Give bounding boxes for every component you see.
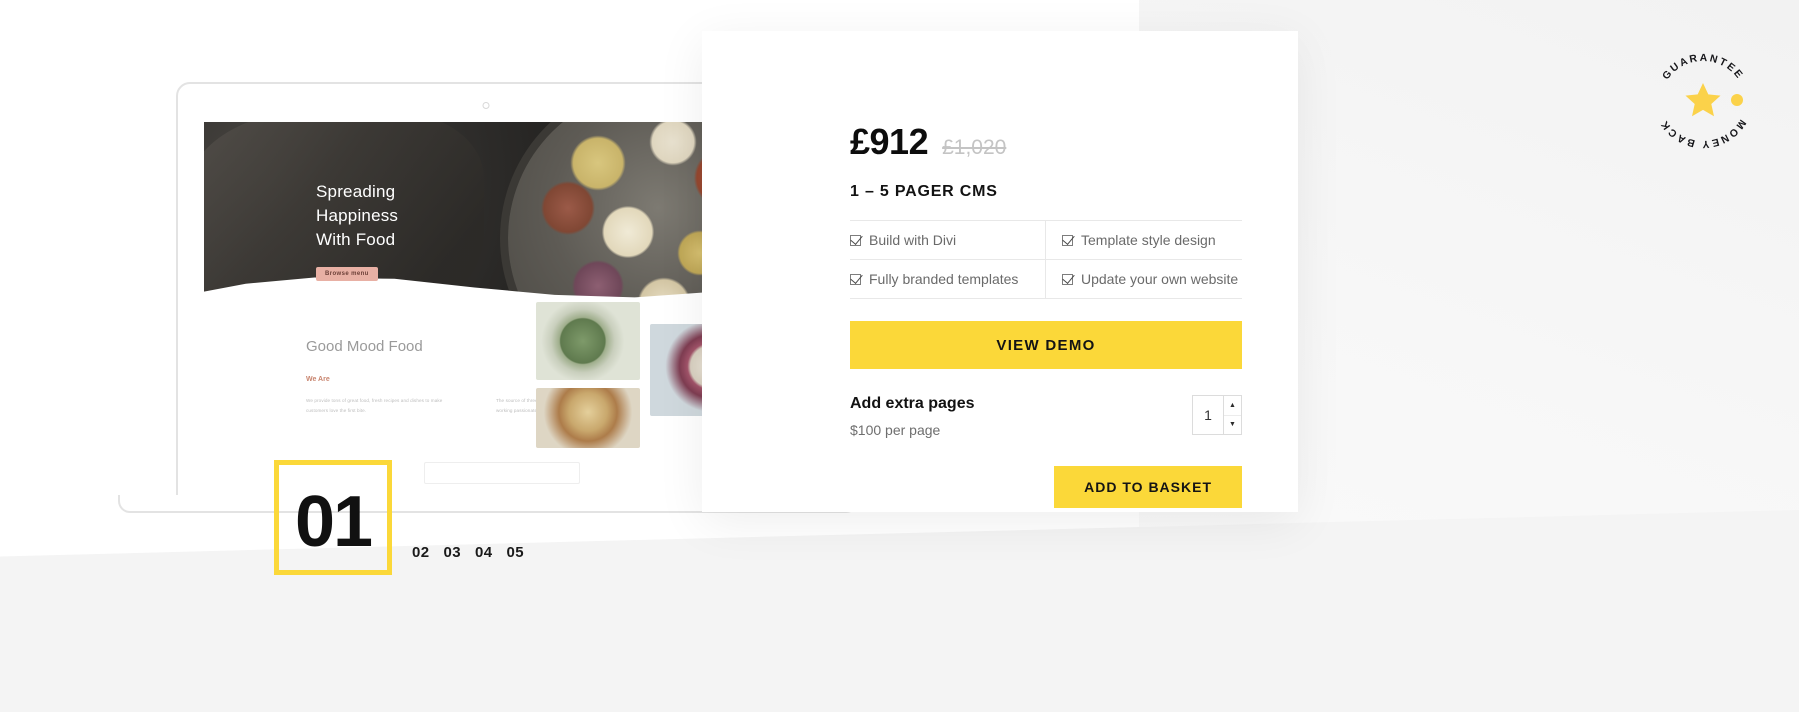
background-lower-band	[0, 583, 1799, 712]
badge-bottom-arc-text: MONEY BACK	[1659, 117, 1748, 149]
quantity-stepper[interactable]: ▲ ▼	[1192, 395, 1242, 435]
checkbox-checked-icon	[850, 234, 861, 246]
price-original: £1,020	[942, 136, 1007, 159]
feature-item: Update your own website	[1046, 260, 1242, 299]
star-icon	[1685, 83, 1721, 117]
preview-section-heading: Good Mood Food	[306, 338, 423, 355]
pagination-item-active[interactable]: 01	[274, 460, 392, 575]
preview-section-subheading: We Are	[306, 376, 330, 383]
product-card: £912 £1,020 1 – 5 PAGER CMS Build with D…	[702, 31, 1298, 512]
checkbox-checked-icon	[1062, 234, 1073, 246]
hero-line-2: Happiness	[316, 206, 399, 226]
checkbox-checked-icon	[1062, 273, 1073, 285]
extra-pages-heading: Add extra pages	[850, 395, 975, 412]
preview-body-left: We provide tons of great food, fresh rec…	[306, 398, 443, 413]
checkbox-checked-icon	[850, 273, 861, 285]
view-demo-button[interactable]: VIEW DEMO	[850, 321, 1242, 369]
feature-label: Update your own website	[1081, 271, 1239, 287]
preview-thumbnail-dish	[536, 388, 640, 448]
quantity-input[interactable]	[1193, 396, 1223, 434]
feature-label: Fully branded templates	[869, 271, 1019, 287]
price-row: £912 £1,020	[850, 121, 1242, 163]
add-to-basket-row: ADD TO BASKET	[850, 466, 1242, 508]
quantity-decrement-button[interactable]: ▼	[1224, 416, 1241, 435]
pagination-item-04[interactable]: 04	[475, 544, 493, 561]
hero-browse-menu-button[interactable]: Browse menu	[316, 267, 378, 282]
feature-item: Build with Divi	[850, 221, 1046, 260]
extra-pages-price-note: $100 per page	[850, 422, 941, 438]
guarantee-badge-graphic: GUARANTEE MONEY BACK	[1659, 53, 1748, 149]
webcam-icon	[482, 102, 490, 109]
pagination-active-label: 01	[294, 481, 373, 562]
pagination-item-03[interactable]: 03	[444, 544, 462, 561]
price-current: £912	[850, 121, 929, 162]
badge-top-arc-text: GUARANTEE	[1661, 53, 1745, 82]
laptop-screen: Spreading Happiness With Food Browse men…	[204, 122, 768, 508]
money-back-guarantee-badge: GUARANTEE MONEY BACK	[1653, 50, 1753, 150]
extra-pages-section: Add extra pages $100 per page ▲ ▼	[850, 395, 1242, 438]
background-diagonal-band	[0, 510, 1799, 585]
pagination-items: 02 03 04 05	[412, 544, 524, 561]
quantity-spinner: ▲ ▼	[1223, 396, 1241, 434]
pagination: 01 02 03 04 05	[274, 460, 524, 575]
add-to-basket-button[interactable]: ADD TO BASKET	[1054, 466, 1242, 508]
pagination-item-02[interactable]: 02	[412, 544, 430, 561]
feature-label: Build with Divi	[869, 232, 957, 248]
badge-accent-dot	[1731, 94, 1743, 106]
pagination-item-05[interactable]: 05	[507, 544, 525, 561]
feature-label: Template style design	[1081, 232, 1216, 248]
hero-line-1: Spreading	[316, 182, 396, 201]
feature-item: Template style design	[1046, 221, 1242, 260]
extra-pages-info: Add extra pages $100 per page	[850, 395, 974, 438]
preview-hero: Spreading Happiness With Food Browse men…	[204, 122, 768, 314]
hero-line-3: With Food	[316, 230, 396, 250]
product-title: 1 – 5 PAGER CMS	[850, 183, 998, 200]
preview-thumbnail-salad	[536, 302, 640, 380]
feature-list: Build with Divi Template style design Fu…	[850, 220, 1242, 299]
quantity-increment-button[interactable]: ▲	[1224, 396, 1241, 416]
feature-item: Fully branded templates	[850, 260, 1046, 299]
hero-copy: Spreading Happiness With Food Browse men…	[316, 180, 399, 282]
